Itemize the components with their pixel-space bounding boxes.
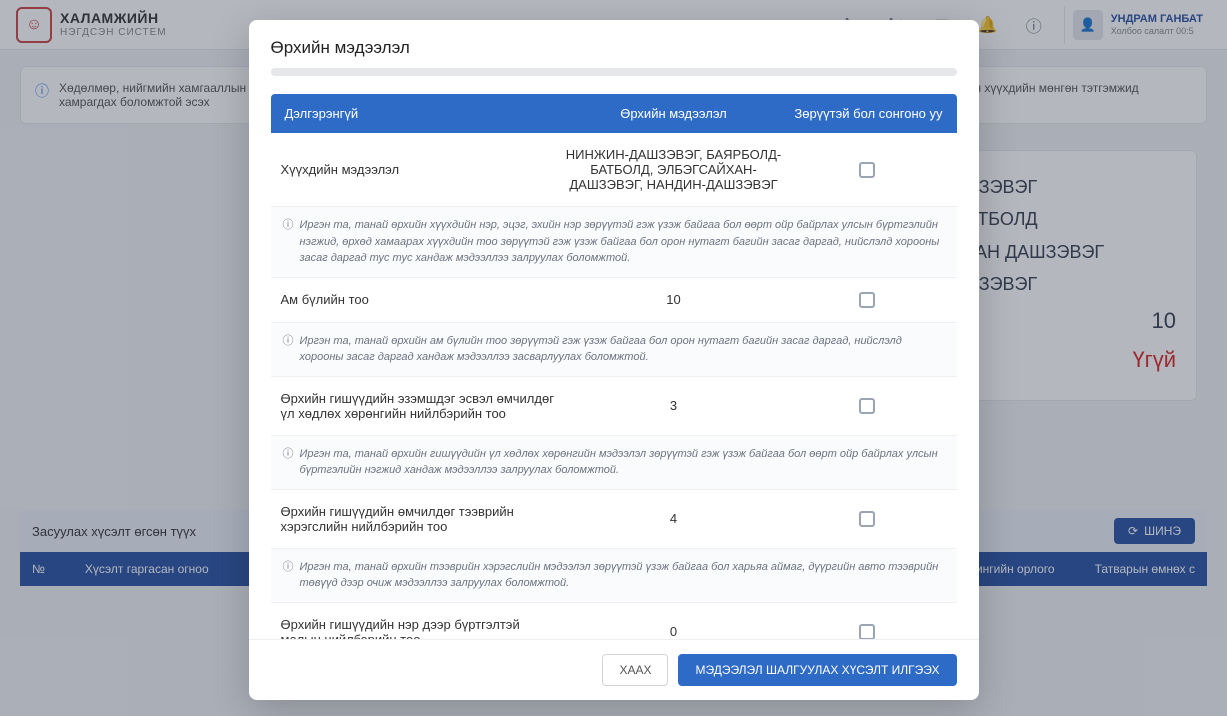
hint-icon: ⓘ (283, 333, 294, 366)
select-checkbox[interactable] (859, 624, 875, 640)
modal-footer: ХААХ МЭДЭЭЛЭЛ ШАЛГУУЛАХ ХҮСЭЛТ ИЛГЭЭХ (249, 639, 979, 700)
row-value: НИНЖИН-ДАШЗЭВЭГ, БАЯРБОЛД-БАТБОЛД, ЭЛБЭГ… (561, 147, 787, 192)
th-detail: Дэлгэрэнгүй (285, 106, 565, 121)
household-info-modal: Өрхийн мэдээлэл Дэлгэрэнгүй Өрхийн мэдээ… (249, 20, 979, 700)
modal-table-header: Дэлгэрэнгүй Өрхийн мэдээлэл Зөрүүтэй бол… (271, 94, 957, 133)
row-value: 0 (561, 624, 787, 639)
hint-text: Иргэн та, танай өрхийн тээврийн хэрэгсли… (300, 559, 945, 592)
row-hint: ⓘИргэн та, танай өрхийн гишүүдийн үл хөд… (271, 436, 957, 490)
row-hint: ⓘИргэн та, танай өрхийн тээврийн хэрэгсл… (271, 549, 957, 603)
progress-bar (271, 68, 957, 76)
hint-text: Иргэн та, танай өрхийн хүүхдийн нэр, эцэ… (300, 217, 945, 267)
select-checkbox[interactable] (859, 292, 875, 308)
modal-body[interactable]: Дэлгэрэнгүй Өрхийн мэдээлэл Зөрүүтэй бол… (249, 86, 979, 639)
close-button[interactable]: ХААХ (602, 654, 668, 686)
hint-icon: ⓘ (283, 559, 294, 592)
th-select: Зөрүүтэй бол сонгоно уу (783, 106, 943, 121)
row-value: 4 (561, 511, 787, 526)
hint-icon: ⓘ (283, 446, 294, 479)
row-label: Өрхийн гишүүдийн нэр дээр бүртгэлтэй мал… (281, 617, 561, 640)
row-value: 10 (561, 292, 787, 307)
hint-text: Иргэн та, танай өрхийн гишүүдийн үл хөдл… (300, 446, 945, 479)
select-checkbox[interactable] (859, 398, 875, 414)
select-checkbox[interactable] (859, 511, 875, 527)
row-label: Ам бүлийн тоо (281, 292, 561, 307)
table-row: Өрхийн гишүүдийн өмчилдөг тээврийн хэрэг… (271, 490, 957, 549)
table-row: Хүүхдийн мэдээлэл НИНЖИН-ДАШЗЭВЭГ, БАЯРБ… (271, 133, 957, 207)
row-hint: ⓘИргэн та, танай өрхийн ам бүлийн тоо зө… (271, 323, 957, 377)
row-label: Хүүхдийн мэдээлэл (281, 162, 561, 177)
hint-text: Иргэн та, танай өрхийн ам бүлийн тоо зөр… (300, 333, 945, 366)
hint-icon: ⓘ (283, 217, 294, 267)
select-checkbox[interactable] (859, 162, 875, 178)
table-row: Өрхийн гишүүдийн эзэмшдэг эсвэл өмчилдөг… (271, 377, 957, 436)
th-info: Өрхийн мэдээлэл (565, 106, 783, 121)
row-label: Өрхийн гишүүдийн өмчилдөг тээврийн хэрэг… (281, 504, 561, 534)
submit-button[interactable]: МЭДЭЭЛЭЛ ШАЛГУУЛАХ ХҮСЭЛТ ИЛГЭЭХ (678, 654, 956, 686)
row-label: Өрхийн гишүүдийн эзэмшдэг эсвэл өмчилдөг… (281, 391, 561, 421)
row-value: 3 (561, 398, 787, 413)
modal-title: Өрхийн мэдээлэл (271, 38, 957, 58)
table-row: Өрхийн гишүүдийн нэр дээр бүртгэлтэй мал… (271, 603, 957, 640)
table-row: Ам бүлийн тоо 10 (271, 278, 957, 323)
row-hint: ⓘИргэн та, танай өрхийн хүүхдийн нэр, эц… (271, 207, 957, 278)
